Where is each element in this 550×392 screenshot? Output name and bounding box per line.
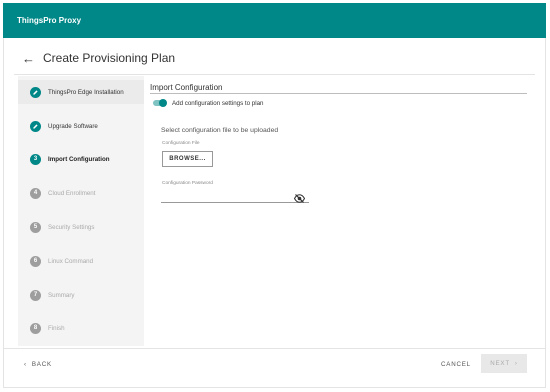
- back-label: BACK: [31, 360, 52, 368]
- page-title: Create Provisioning Plan: [43, 51, 176, 65]
- toggle-label: Add configuration settings to plan: [172, 99, 264, 107]
- step-security-settings[interactable]: 5 Security Settings: [18, 215, 144, 239]
- step-number-icon: 8: [30, 322, 41, 334]
- next-button[interactable]: NEXT ›: [481, 354, 527, 373]
- next-label: NEXT: [490, 360, 510, 367]
- upload-heading: Select configuration file to be uploaded: [161, 127, 279, 134]
- step-label: Summary: [48, 291, 75, 299]
- toggle-knob: [159, 99, 167, 107]
- back-button[interactable]: ‹ BACK: [24, 358, 52, 370]
- chevron-right-icon: ›: [514, 360, 518, 367]
- step-label: Cloud Enrollment: [48, 189, 96, 197]
- add-config-toggle[interactable]: [152, 99, 167, 107]
- step-number-icon: 5: [30, 221, 41, 233]
- step-finish[interactable]: 8 Finish: [18, 316, 144, 340]
- check-icon: [30, 120, 41, 132]
- app-bar: ThingsPro Proxy: [3, 3, 546, 38]
- step-label: Linux Command: [48, 257, 94, 265]
- step-label: Finish: [48, 324, 65, 332]
- step-summary[interactable]: 7 Summary: [18, 283, 144, 307]
- chevron-left-icon: ‹: [24, 360, 27, 368]
- config-toggle-row: Add configuration settings to plan: [152, 99, 264, 107]
- check-icon: [30, 86, 41, 98]
- step-label: ThingsPro Edge Installation: [48, 88, 124, 96]
- stepper-sidebar: ThingsPro Edge Installation Upgrade Soft…: [18, 76, 144, 346]
- step-import-configuration[interactable]: 3 Import Configuration: [18, 147, 144, 171]
- step-label: Import Configuration: [48, 155, 110, 163]
- file-caption: Configuration File: [162, 141, 200, 146]
- step-edge-installation[interactable]: ThingsPro Edge Installation: [18, 80, 144, 104]
- step-cloud-enrollment[interactable]: 4 Cloud Enrollment: [18, 181, 144, 205]
- eye-off-icon[interactable]: [293, 190, 306, 203]
- step-upgrade-software[interactable]: Upgrade Software: [18, 114, 144, 138]
- section-divider: [150, 93, 527, 94]
- cancel-button[interactable]: CANCEL: [441, 358, 471, 370]
- step-label: Upgrade Software: [48, 122, 98, 130]
- section-title: Import Configuration: [150, 83, 223, 92]
- password-caption: Configuration Password: [162, 181, 213, 186]
- step-number-icon: 7: [30, 289, 41, 301]
- app-title: ThingsPro Proxy: [17, 16, 82, 25]
- step-label: Security Settings: [48, 223, 95, 231]
- step-number-icon: 3: [30, 153, 41, 165]
- divider: [14, 74, 535, 75]
- page-header: ← Create Provisioning Plan: [22, 50, 175, 66]
- step-number-icon: 6: [30, 255, 41, 267]
- step-number-icon: 4: [30, 187, 41, 199]
- footer-divider: [3, 348, 546, 349]
- step-linux-command[interactable]: 6 Linux Command: [18, 249, 144, 273]
- arrow-left-icon[interactable]: ←: [22, 52, 35, 65]
- browse-button[interactable]: BROWSE...: [162, 151, 213, 167]
- password-field[interactable]: [161, 187, 309, 203]
